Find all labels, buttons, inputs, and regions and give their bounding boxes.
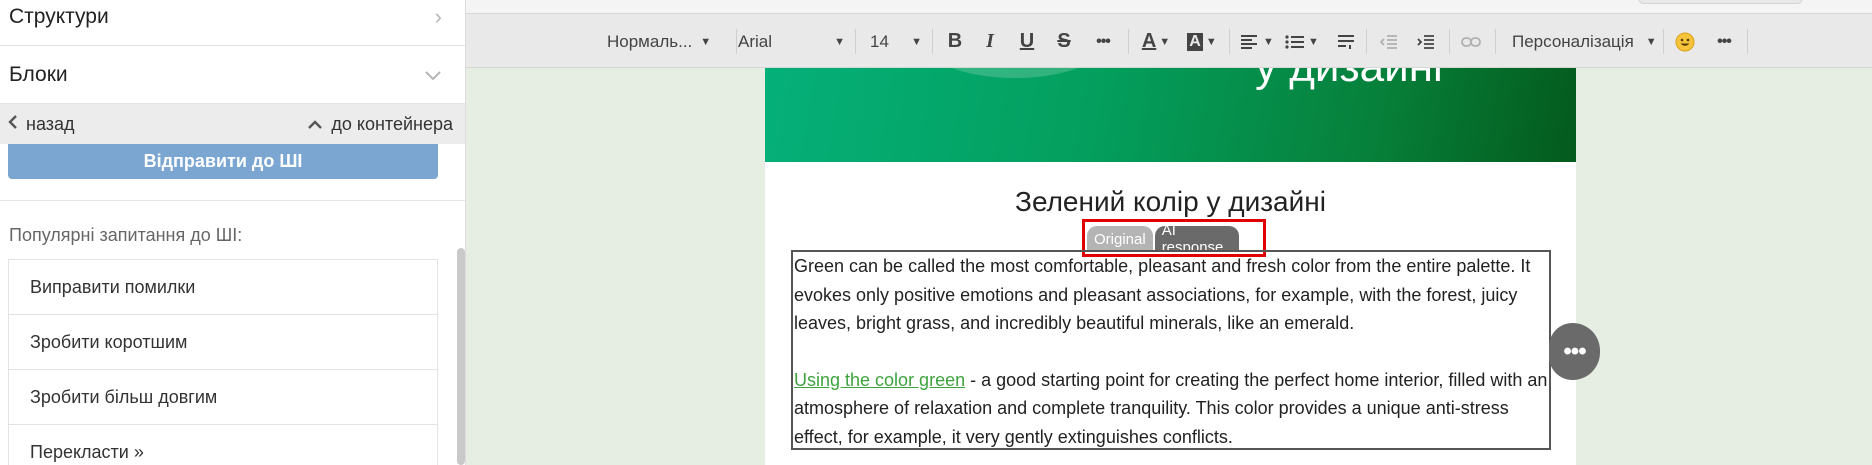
left-sidebar: Структури › Блоки назад до контейнера Ві… — [0, 0, 466, 465]
header-control[interactable] — [1638, 0, 1803, 4]
top-header-strip — [466, 0, 1872, 13]
chevron-right-icon: › — [434, 4, 442, 29]
font-size-dropdown[interactable]: 14 ▼ — [870, 14, 922, 69]
underline-button[interactable]: U — [1014, 14, 1040, 69]
email-content-block: у дизайні Зелений колір у дизайні Origin… — [765, 68, 1576, 465]
caret-down-icon: ▼ — [911, 35, 922, 48]
banner-decoration — [925, 68, 1105, 78]
caret-down-icon: ▼ — [1645, 35, 1657, 48]
toolbar-separator — [1747, 29, 1748, 54]
popular-question-shorten[interactable]: Зробити коротшим — [9, 315, 437, 370]
bullet-list-icon — [1285, 34, 1305, 49]
sidebar-scrollbar-thumb[interactable] — [457, 248, 465, 465]
line-height-button[interactable] — [1333, 14, 1359, 69]
sidebar-scrollbar[interactable] — [455, 248, 465, 465]
caret-down-icon: ▼ — [1308, 35, 1319, 48]
toolbar-separator — [1366, 29, 1367, 54]
divider — [0, 200, 465, 201]
font-family-dropdown[interactable]: Arial ▼ — [738, 14, 845, 69]
outdent-button[interactable] — [1376, 14, 1402, 69]
indent-icon — [1417, 34, 1434, 49]
banner-text: у дизайні — [1255, 68, 1443, 92]
paragraph-style-dropdown[interactable]: Нормаль... ▼ — [607, 14, 711, 69]
accordion-blocks-label: Блоки — [9, 62, 68, 86]
back-button[interactable]: назад — [8, 114, 75, 135]
caret-down-icon: ▼ — [834, 35, 845, 48]
chevron-up-icon — [307, 114, 323, 135]
bold-button[interactable]: B — [942, 14, 968, 69]
to-container-button[interactable]: до контейнера — [307, 114, 453, 135]
text-editor-block[interactable]: Green can be called the most comfortable… — [791, 250, 1551, 450]
accordion-blocks[interactable]: Блоки — [0, 46, 465, 104]
background-color-button[interactable]: A ▼ — [1184, 14, 1220, 69]
align-button[interactable]: ▼ — [1239, 14, 1275, 69]
toolbar-separator — [1449, 29, 1450, 54]
chevron-left-icon — [8, 114, 18, 135]
caret-down-icon: ▼ — [1205, 35, 1217, 48]
font-color-icon: A — [1141, 30, 1157, 52]
personalization-label: Персоналізація — [1512, 31, 1634, 51]
popular-question-lengthen[interactable]: Зробити більш довгим — [9, 370, 437, 425]
personalization-dropdown[interactable]: Персоналізація ▼ — [1512, 14, 1657, 69]
editor-toolbar: Нормаль... ▼ Arial ▼ 14 ▼ B I U S ••• A … — [466, 13, 1872, 68]
toolbar-separator — [855, 29, 856, 54]
email-heading[interactable]: Зелений колір у дизайні — [765, 186, 1576, 218]
toolbar-separator — [1495, 29, 1496, 54]
to-container-label: до контейнера — [331, 113, 453, 134]
more-formatting-button[interactable]: ••• — [1090, 14, 1116, 69]
font-family-value: Arial — [738, 31, 773, 51]
toolbar-separator — [1663, 29, 1664, 54]
toolbar-separator — [1229, 29, 1230, 54]
accordion-structures[interactable]: Структури › — [0, 0, 465, 46]
color-green-link[interactable]: Using the color green — [794, 370, 965, 390]
emoji-button[interactable] — [1671, 14, 1699, 69]
back-label: назад — [26, 113, 75, 134]
popular-question-fix-errors[interactable]: Виправити помилки — [9, 260, 437, 315]
chevron-down-icon — [424, 62, 442, 88]
outdent-icon — [1380, 34, 1397, 49]
block-more-actions-button[interactable]: ••• — [1549, 323, 1600, 380]
strikethrough-button[interactable]: S — [1051, 14, 1077, 69]
accordion-structures-label: Структури — [9, 5, 109, 28]
font-color-button[interactable]: A ▼ — [1138, 14, 1174, 69]
popular-questions-list: Виправити помилки Зробити коротшим Зроби… — [8, 259, 438, 465]
align-left-icon — [1241, 34, 1258, 49]
popular-questions-title: Популярні запитання до ШІ: — [9, 225, 243, 245]
paragraph-style-value: Нормаль... — [607, 31, 693, 51]
link-icon — [1461, 36, 1481, 47]
paragraph-1: Green can be called the most comfortable… — [794, 256, 1531, 333]
indent-button[interactable] — [1413, 14, 1439, 69]
toolbar-separator — [932, 29, 933, 54]
paragraph-format-icon — [1338, 34, 1354, 49]
italic-button[interactable]: I — [977, 14, 1003, 69]
font-size-value: 14 — [870, 31, 889, 51]
link-button[interactable] — [1457, 14, 1485, 69]
caret-down-icon: ▼ — [700, 35, 712, 48]
sidebar-navigation: назад до контейнера — [0, 104, 465, 144]
caret-down-icon: ▼ — [1159, 35, 1171, 48]
emoji-icon — [1675, 32, 1695, 51]
caret-down-icon: ▼ — [1263, 35, 1274, 48]
green-banner-image: у дизайні — [765, 68, 1576, 162]
background-color-icon: A — [1187, 32, 1203, 51]
toolbar-separator — [736, 29, 737, 54]
paragraph-2: Using the color green - a good starting … — [794, 366, 1549, 452]
send-to-ai-button[interactable]: Відправити до ШІ — [8, 144, 438, 179]
more-options-button[interactable]: ••• — [1711, 14, 1737, 69]
toolbar-separator — [1128, 29, 1129, 54]
popular-question-translate[interactable]: Перекласти » — [9, 425, 437, 465]
list-button[interactable]: ▼ — [1284, 14, 1320, 69]
